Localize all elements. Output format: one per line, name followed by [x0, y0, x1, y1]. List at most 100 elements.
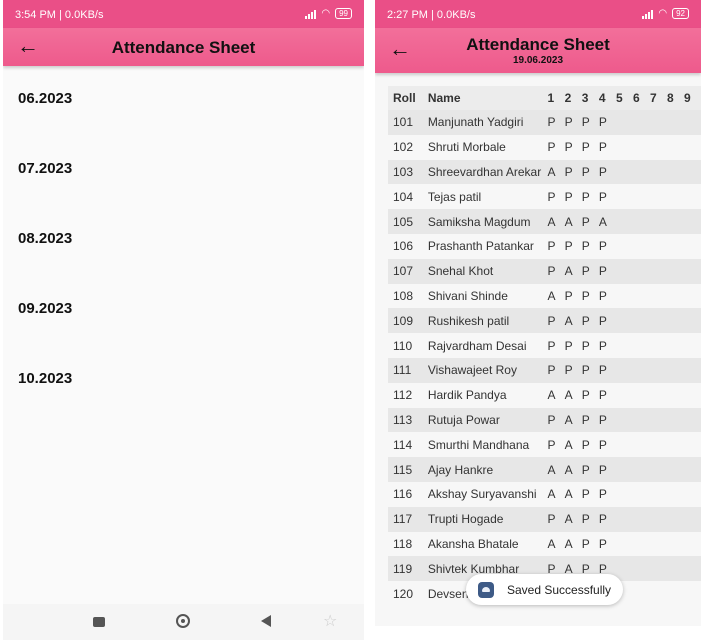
day-cell — [666, 556, 684, 582]
name-cell: Smurthi Mandhana — [427, 432, 548, 458]
day-cell — [615, 506, 633, 532]
day-cell — [683, 506, 701, 532]
table-row[interactable]: 109 Rushikesh patil P A P P — [388, 308, 701, 334]
name-cell: Snehal Khot — [427, 258, 548, 284]
day-cell — [615, 209, 633, 234]
day-cell: A — [547, 209, 565, 234]
roll-cell: 105 — [388, 209, 428, 234]
day-cell: A — [564, 531, 582, 557]
day-cell — [683, 382, 701, 408]
table-row[interactable]: 101 Manjunath Yadgiri P P P P — [388, 110, 701, 135]
status-bar: 2:27 PM | 0.0KB/s ◠ 92 — [375, 0, 701, 28]
table-row[interactable]: 103 Shreevardhan Arekar A P P P — [388, 159, 701, 185]
day-cell — [683, 283, 701, 309]
day-cell — [632, 184, 650, 210]
home-icon[interactable] — [176, 614, 190, 628]
roll-cell: 109 — [388, 308, 428, 334]
day-cell: P — [547, 258, 565, 284]
day-cell — [683, 357, 701, 383]
roll-cell: 103 — [388, 159, 428, 185]
name-cell: Rutuja Powar — [427, 407, 548, 433]
day-cell: P — [598, 333, 616, 358]
day-cell — [649, 134, 667, 160]
month-item[interactable]: 06.2023 — [18, 90, 72, 160]
name-cell: Ajay Hankre — [427, 457, 548, 482]
day-cell — [666, 481, 684, 507]
month-item[interactable]: 07.2023 — [18, 160, 72, 230]
day-cell: A — [564, 258, 582, 284]
attendance-screen: 2:27 PM | 0.0KB/s ◠ 92 ← Attendance Shee… — [375, 0, 701, 626]
day-cell: P — [547, 134, 565, 160]
table-row[interactable]: 102 Shruti Morbale P P P P — [388, 134, 701, 160]
table-row[interactable]: 105 Samiksha Magdum A A P A — [388, 209, 701, 234]
day-cell — [649, 258, 667, 284]
table-row[interactable]: 112 Hardik Pandya A A P P — [388, 382, 701, 408]
day-cell: P — [581, 432, 599, 458]
day-cell — [683, 481, 701, 507]
day-cell: P — [598, 432, 616, 458]
day-cell — [632, 581, 650, 606]
system-nav-bar: ☆ — [3, 604, 364, 640]
day-cell — [683, 159, 701, 185]
day-cell: A — [564, 209, 582, 234]
day-cell: P — [581, 531, 599, 557]
day-cell: P — [581, 184, 599, 210]
day-cell: A — [547, 382, 565, 408]
day-cell: P — [564, 283, 582, 309]
day-cell — [666, 506, 684, 532]
accessibility-icon[interactable]: ☆ — [323, 611, 337, 631]
table-row[interactable]: 108 Shivani Shinde A P P P — [388, 283, 701, 309]
day-cell — [666, 407, 684, 433]
day-cell — [615, 556, 633, 582]
day-cell: P — [581, 159, 599, 185]
month-item[interactable]: 08.2023 — [18, 230, 72, 300]
nav-back-icon[interactable] — [261, 615, 271, 627]
day-cell — [632, 110, 650, 135]
attendance-table: Roll Name 1 2 3 4 5 6 7 8 9 101 Manjunath… — [388, 86, 701, 606]
table-row[interactable]: 111 Vishawajeet Roy P P P P — [388, 357, 701, 383]
table-row[interactable]: 107 Snehal Khot P A P P — [388, 258, 701, 284]
table-row[interactable]: 116 Akshay Suryavanshi A A P P — [388, 481, 701, 507]
day-cell — [683, 333, 701, 358]
day-cell — [649, 457, 667, 482]
page-title: Attendance Sheet — [111, 38, 256, 57]
day-cell — [649, 184, 667, 210]
day-cell — [615, 258, 633, 284]
roll-cell: 113 — [388, 407, 428, 433]
day-cell — [666, 432, 684, 458]
day-cell — [683, 110, 701, 135]
roll-cell: 120 — [388, 581, 428, 606]
toast-text: Saved Successfully — [507, 582, 612, 597]
table-row[interactable]: 115 Ajay Hankre A A P P — [388, 457, 701, 482]
day-cell — [649, 283, 667, 309]
day-cell: P — [547, 506, 565, 532]
day-cell — [632, 333, 650, 358]
name-cell: Samiksha Magdum — [427, 209, 548, 234]
name-cell: Akshay Suryavanshi — [427, 481, 548, 507]
name-cell: Vishawajeet Roy — [427, 357, 548, 383]
month-item[interactable]: 09.2023 — [18, 300, 72, 370]
table-row[interactable]: 113 Rutuja Powar P A P P — [388, 407, 701, 433]
column-header-roll: Roll — [388, 86, 428, 110]
table-row[interactable]: 104 Tejas patil P P P P — [388, 184, 701, 210]
day-cell — [683, 308, 701, 334]
recent-apps-icon[interactable] — [93, 617, 105, 627]
day-cell — [649, 209, 667, 234]
name-cell: Shruti Morbale — [427, 134, 548, 160]
table-row[interactable]: 110 Rajvardham Desai P P P P — [388, 333, 701, 358]
day-cell: P — [564, 159, 582, 185]
status-time: 2:27 PM | 0.0KB/s — [387, 9, 476, 21]
day-cell — [632, 531, 650, 557]
table-row[interactable]: 106 Prashanth Patankar P P P P — [388, 233, 701, 259]
month-item[interactable]: 10.2023 — [18, 370, 72, 440]
roll-cell: 114 — [388, 432, 428, 458]
day-cell: P — [547, 432, 565, 458]
table-row[interactable]: 114 Smurthi Mandhana P A P P — [388, 432, 701, 458]
day-cell — [632, 209, 650, 234]
table-row[interactable]: 117 Trupti Hogade P A P P — [388, 506, 701, 532]
table-row[interactable]: 118 Akansha Bhatale A A P P — [388, 531, 701, 557]
day-cell: P — [547, 357, 565, 383]
day-cell: P — [581, 407, 599, 433]
day-cell — [615, 308, 633, 334]
day-cell — [683, 134, 701, 160]
